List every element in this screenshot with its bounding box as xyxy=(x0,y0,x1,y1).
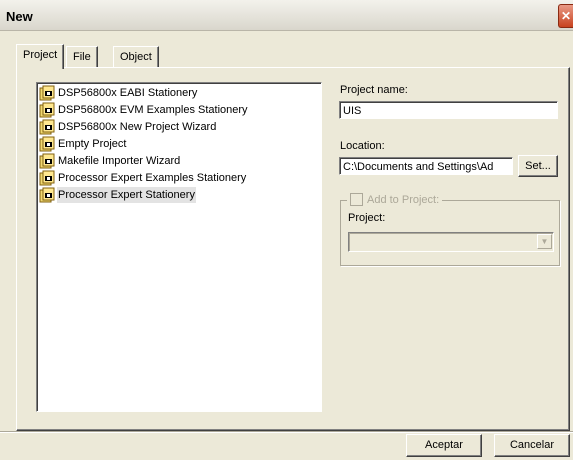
list-item[interactable]: DSP56800x EVM Examples Stationery xyxy=(39,102,249,118)
list-item-label: Processor Expert Stationery xyxy=(57,187,196,203)
list-item-label: Empty Project xyxy=(58,138,127,150)
list-item-label: DSP56800x New Project Wizard xyxy=(58,121,217,133)
tab-object[interactable]: Object xyxy=(113,46,159,67)
tab-project[interactable]: Project xyxy=(16,44,65,69)
stationery-icon xyxy=(39,170,55,186)
project-name-input[interactable]: UIS xyxy=(339,101,558,119)
stationery-icon xyxy=(39,102,55,118)
ok-button[interactable]: Aceptar xyxy=(406,434,482,457)
stationery-icon xyxy=(39,136,55,152)
add-to-project-checkbox[interactable] xyxy=(350,193,363,206)
list-item[interactable]: DSP56800x New Project Wizard xyxy=(39,119,217,135)
close-button[interactable]: ✕ xyxy=(558,4,573,28)
location-label: Location: xyxy=(340,140,385,152)
stationery-list[interactable]: DSP56800x EABI Stationery DSP56800x EVM … xyxy=(36,82,322,412)
project-select[interactable]: ▼ xyxy=(348,232,554,252)
list-item[interactable]: Processor Expert Examples Stationery xyxy=(39,170,247,186)
bottom-separator xyxy=(0,431,573,433)
stationery-icon xyxy=(39,119,55,135)
project-name-label: Project name: xyxy=(340,84,408,96)
list-item-label: Processor Expert Examples Stationery xyxy=(58,172,247,184)
title-bar[interactable]: New ✕ xyxy=(0,0,573,31)
list-item[interactable]: Processor Expert Stationery xyxy=(39,187,196,203)
stationery-icon xyxy=(39,153,55,169)
add-to-project-label: Add to Project: xyxy=(367,193,440,206)
list-item-label: DSP56800x EVM Examples Stationery xyxy=(58,104,248,116)
cancel-button[interactable]: Cancelar xyxy=(494,434,570,457)
stationery-icon xyxy=(39,85,55,101)
list-item[interactable]: DSP56800x EABI Stationery xyxy=(39,85,198,101)
close-icon: ✕ xyxy=(560,9,572,23)
list-item-label: DSP56800x EABI Stationery xyxy=(58,87,198,99)
chevron-down-icon[interactable]: ▼ xyxy=(537,234,552,249)
new-dialog-window: New ✕ Project File Object DSP56800x EABI… xyxy=(0,0,573,460)
list-item-label: Makefile Importer Wizard xyxy=(58,155,181,167)
project-label: Project: xyxy=(348,212,386,224)
set-location-button[interactable]: Set... xyxy=(518,155,558,177)
add-to-project-title: Add to Project: xyxy=(347,193,443,206)
tab-file[interactable]: File xyxy=(66,46,98,67)
location-input[interactable]: C:\Documents and Settings\Ad xyxy=(339,157,513,175)
window-title: New xyxy=(6,9,33,24)
list-item[interactable]: Makefile Importer Wizard xyxy=(39,153,181,169)
list-item[interactable]: Empty Project xyxy=(39,136,127,152)
stationery-icon xyxy=(39,187,55,203)
